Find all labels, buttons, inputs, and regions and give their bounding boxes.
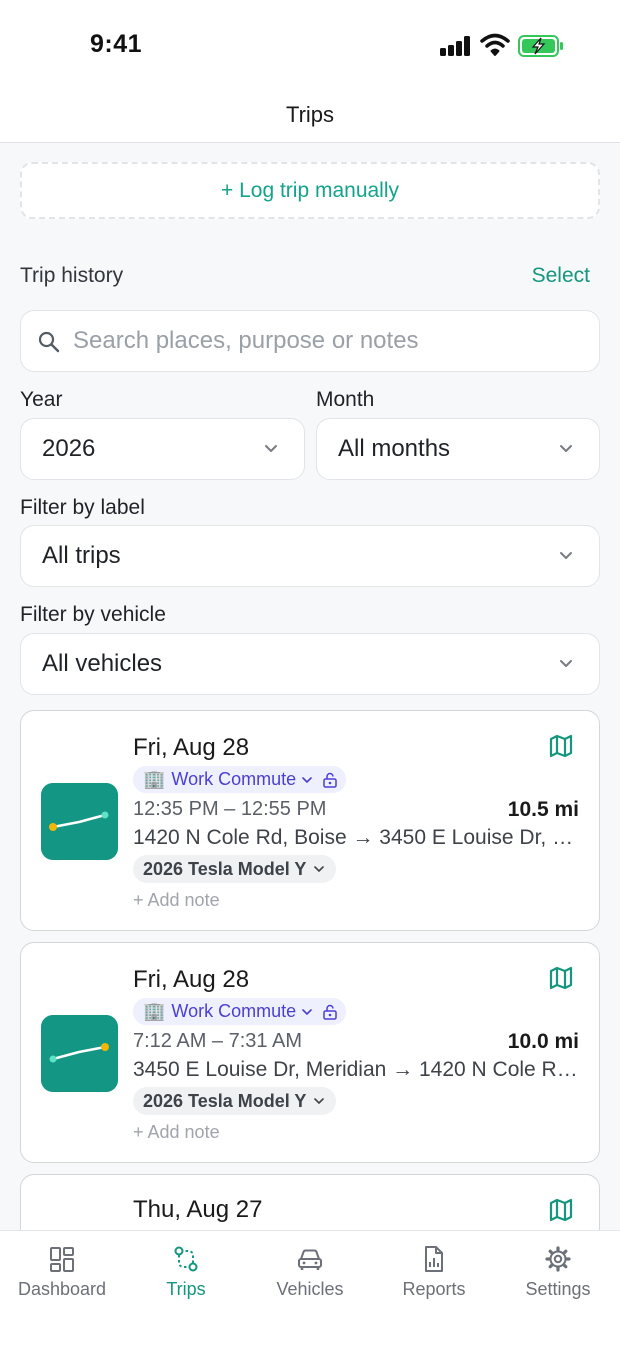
month-select-value: All months [338, 435, 451, 462]
tab-label: Dashboard [17, 1279, 107, 1299]
trip-vehicle-chip[interactable]: 2026 Tesla Model Y [133, 855, 337, 883]
month-select[interactable]: All months [316, 418, 600, 480]
trip-vehicle-text: 2026 Tesla Model Y [143, 858, 307, 879]
trip-label-chip[interactable]: 🏢 Work Commute [133, 998, 347, 1025]
chevron-down-icon [302, 1008, 312, 1015]
auto-classify-icon [323, 1004, 337, 1020]
log-trip-manually-button[interactable]: + Log trip manually [20, 162, 600, 219]
tab-label: Trips [166, 1279, 206, 1299]
trips-icon [174, 1246, 198, 1272]
route-thumbnail [41, 783, 118, 860]
status-time: 9:41 [90, 30, 143, 58]
tab-label: Reports [402, 1279, 466, 1299]
auto-classify-icon [323, 772, 337, 788]
trip-vehicle-text: 2026 Tesla Model Y [143, 1090, 307, 1111]
search-input[interactable] [73, 311, 583, 371]
trip-distance: 10.5 mi [507, 798, 579, 821]
search-icon [38, 331, 60, 353]
trip-time-range: 12:35 PM – 12:55 PM [133, 798, 327, 820]
trip-time-range: 7:12 AM – 7:31 AM [133, 1030, 302, 1052]
cellular-signal-icon [440, 36, 472, 56]
label-filter-label: Filter by label [20, 496, 145, 519]
vehicle-filter-select[interactable]: All vehicles [20, 633, 600, 695]
trip-route: 1420 N Cole Rd, Boise → 3450 E Louise Dr… [133, 826, 579, 849]
building-icon: 🏢 [143, 1001, 166, 1021]
add-note-button[interactable]: + Add note [133, 890, 220, 911]
nav-header: Trips [0, 90, 620, 143]
tab-reports[interactable]: Reports [372, 1231, 496, 1321]
year-select-value: 2026 [42, 435, 96, 462]
map-icon[interactable] [549, 1198, 573, 1222]
tab-label: Vehicles [276, 1279, 344, 1299]
page-title: Trips [285, 102, 335, 127]
vehicle-filter-value: All vehicles [42, 650, 163, 677]
trip-card[interactable]: Fri, Aug 28 🏢 Work Commute 7:12 AM – 7:3… [20, 942, 600, 1163]
trip-label-text: Work Commute [171, 769, 297, 789]
tab-bar: Dashboard Trips Vehicles Reports Setting… [0, 1230, 620, 1347]
report-icon [425, 1246, 443, 1272]
trip-vehicle-chip[interactable]: 2026 Tesla Model Y [133, 1087, 337, 1115]
chevron-down-icon [314, 1098, 325, 1105]
tab-trips[interactable]: Trips [124, 1231, 248, 1321]
month-label: Month [316, 388, 375, 411]
tab-settings[interactable]: Settings [496, 1231, 620, 1321]
trip-date: Thu, Aug 27 [133, 1196, 263, 1223]
tab-label: Settings [525, 1279, 591, 1299]
year-label: Year [20, 388, 63, 411]
route-thumbnail [41, 1015, 118, 1092]
trip-route: 3450 E Louise Dr, Meridian → 1420 N Cole… [133, 1058, 579, 1081]
select-button[interactable]: Select [532, 264, 590, 288]
tab-vehicles[interactable]: Vehicles [248, 1231, 372, 1321]
trip-history-title: Trip history [20, 264, 124, 287]
chevron-down-icon [314, 866, 325, 873]
tab-dashboard[interactable]: Dashboard [0, 1231, 124, 1321]
label-filter-select[interactable]: All trips [20, 525, 600, 587]
building-icon: 🏢 [143, 769, 166, 789]
chevron-down-icon [560, 660, 572, 667]
battery-icon [518, 35, 563, 57]
trip-date: Fri, Aug 28 [133, 966, 250, 993]
label-filter-value: All trips [42, 542, 121, 569]
year-select[interactable]: 2026 [20, 418, 305, 480]
trip-label-text: Work Commute [171, 1001, 297, 1021]
trip-distance: 10.0 mi [507, 1030, 579, 1053]
map-icon[interactable] [549, 734, 573, 758]
car-icon [298, 1249, 322, 1270]
map-icon[interactable] [549, 966, 573, 990]
chevron-down-icon [302, 776, 312, 783]
vehicle-filter-label: Filter by vehicle [20, 603, 166, 626]
chevron-down-icon [560, 445, 572, 452]
add-note-button[interactable]: + Add note [133, 1122, 220, 1143]
status-bar: 9:41 [0, 0, 620, 90]
trip-date: Fri, Aug 28 [133, 734, 250, 761]
gear-icon [545, 1246, 571, 1272]
chevron-down-icon [265, 445, 277, 452]
dashboard-icon [50, 1247, 74, 1272]
trip-card[interactable]: Fri, Aug 28 🏢 Work Commute 12:35 PM – 12… [20, 710, 600, 931]
wifi-icon [480, 33, 510, 56]
chevron-down-icon [560, 552, 572, 559]
trip-label-chip[interactable]: 🏢 Work Commute [133, 766, 347, 793]
search-box[interactable] [20, 310, 600, 372]
